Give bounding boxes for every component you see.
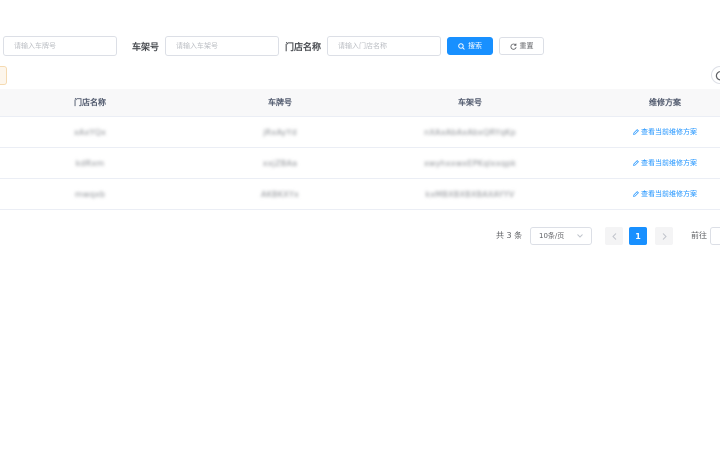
chevron-down-icon — [577, 234, 583, 238]
view-repair-plan-label: 查看当前维修方案 — [641, 190, 697, 198]
store-filter-label: 门店名称 — [285, 43, 322, 53]
plate-cell: xxjZBAa — [262, 158, 298, 168]
plate-cell: jRxAyYd — [263, 127, 297, 137]
page-number-button[interactable]: 1 — [629, 227, 647, 245]
store-search-field[interactable] — [328, 37, 440, 55]
page-size-value: 10条/页 — [539, 232, 565, 240]
goto-page-label: 前往 — [691, 231, 707, 240]
vin-cell: nXAxAbAxAbxQRYqKp — [424, 127, 516, 137]
prev-page-button[interactable] — [605, 227, 623, 245]
edit-icon — [633, 160, 639, 166]
edit-icon — [633, 191, 639, 197]
table-row: mwqxb AKBKXYx kxMBXBXBXBAXAYYV 查看当前维修方案 — [0, 179, 720, 210]
store-name-cell: xAxYQx — [73, 127, 107, 137]
repair-plan-table: 门店名称 车牌号 车架号 维修方案 xAxYQx jRxAyYd nXAxAbA… — [0, 89, 720, 210]
warning-tag[interactable] — [0, 66, 7, 85]
store-name-cell: kdRxm — [75, 158, 105, 168]
view-repair-plan-label: 查看当前维修方案 — [641, 128, 697, 136]
refresh-icon — [715, 71, 720, 81]
next-page-button[interactable] — [655, 227, 673, 245]
view-repair-plan-label: 查看当前维修方案 — [641, 159, 697, 167]
table-row: xAxYQx jRxAyYd nXAxAbAxAbxQRYqKp 查看当前维修方… — [0, 117, 720, 148]
search-icon — [458, 42, 465, 50]
table-header-row: 门店名称 车牌号 车架号 维修方案 — [0, 89, 720, 117]
vin-cell: kxMBXBXBXBAXAYYV — [425, 189, 515, 199]
plate-cell: AKBKXYx — [261, 189, 299, 199]
plate-search-field[interactable] — [4, 37, 116, 55]
column-header-store: 门店名称 — [74, 98, 106, 107]
refresh-tool-button[interactable] — [711, 66, 720, 84]
chevron-left-icon — [611, 232, 616, 240]
vin-filter-label: 车架号 — [132, 43, 160, 53]
plate-search-input[interactable] — [3, 36, 117, 56]
vin-search-field[interactable] — [166, 37, 278, 55]
view-repair-plan-link[interactable]: 查看当前维修方案 — [633, 127, 697, 137]
column-header-vin: 车架号 — [458, 98, 482, 107]
store-name-cell: mwqxb — [74, 189, 106, 199]
view-repair-plan-link[interactable]: 查看当前维修方案 — [633, 189, 697, 199]
pagination-total: 共 3 条 — [496, 231, 523, 240]
reset-button[interactable]: 重置 — [499, 37, 544, 55]
view-repair-plan-link[interactable]: 查看当前维修方案 — [633, 158, 697, 168]
table-row: kdRxm xxjZBAa xwyhxxwxEPKqlxxqpk 查看当前维修方… — [0, 148, 720, 179]
reset-button-label: 重置 — [519, 42, 534, 50]
chevron-right-icon — [662, 232, 667, 240]
vin-cell: xwyhxxwxEPKqlxxqpk — [423, 158, 517, 168]
goto-page-input[interactable] — [710, 227, 720, 245]
vin-search-input[interactable] — [165, 36, 279, 56]
search-button[interactable]: 搜索 — [447, 37, 493, 55]
column-header-plate: 车牌号 — [268, 98, 292, 107]
column-header-repair-plan: 维修方案 — [649, 98, 681, 107]
page-size-select[interactable]: 10条/页 — [530, 227, 592, 245]
edit-icon — [633, 129, 639, 135]
refresh-icon — [509, 43, 517, 50]
store-search-input[interactable] — [327, 36, 441, 56]
search-button-label: 搜索 — [468, 42, 482, 50]
